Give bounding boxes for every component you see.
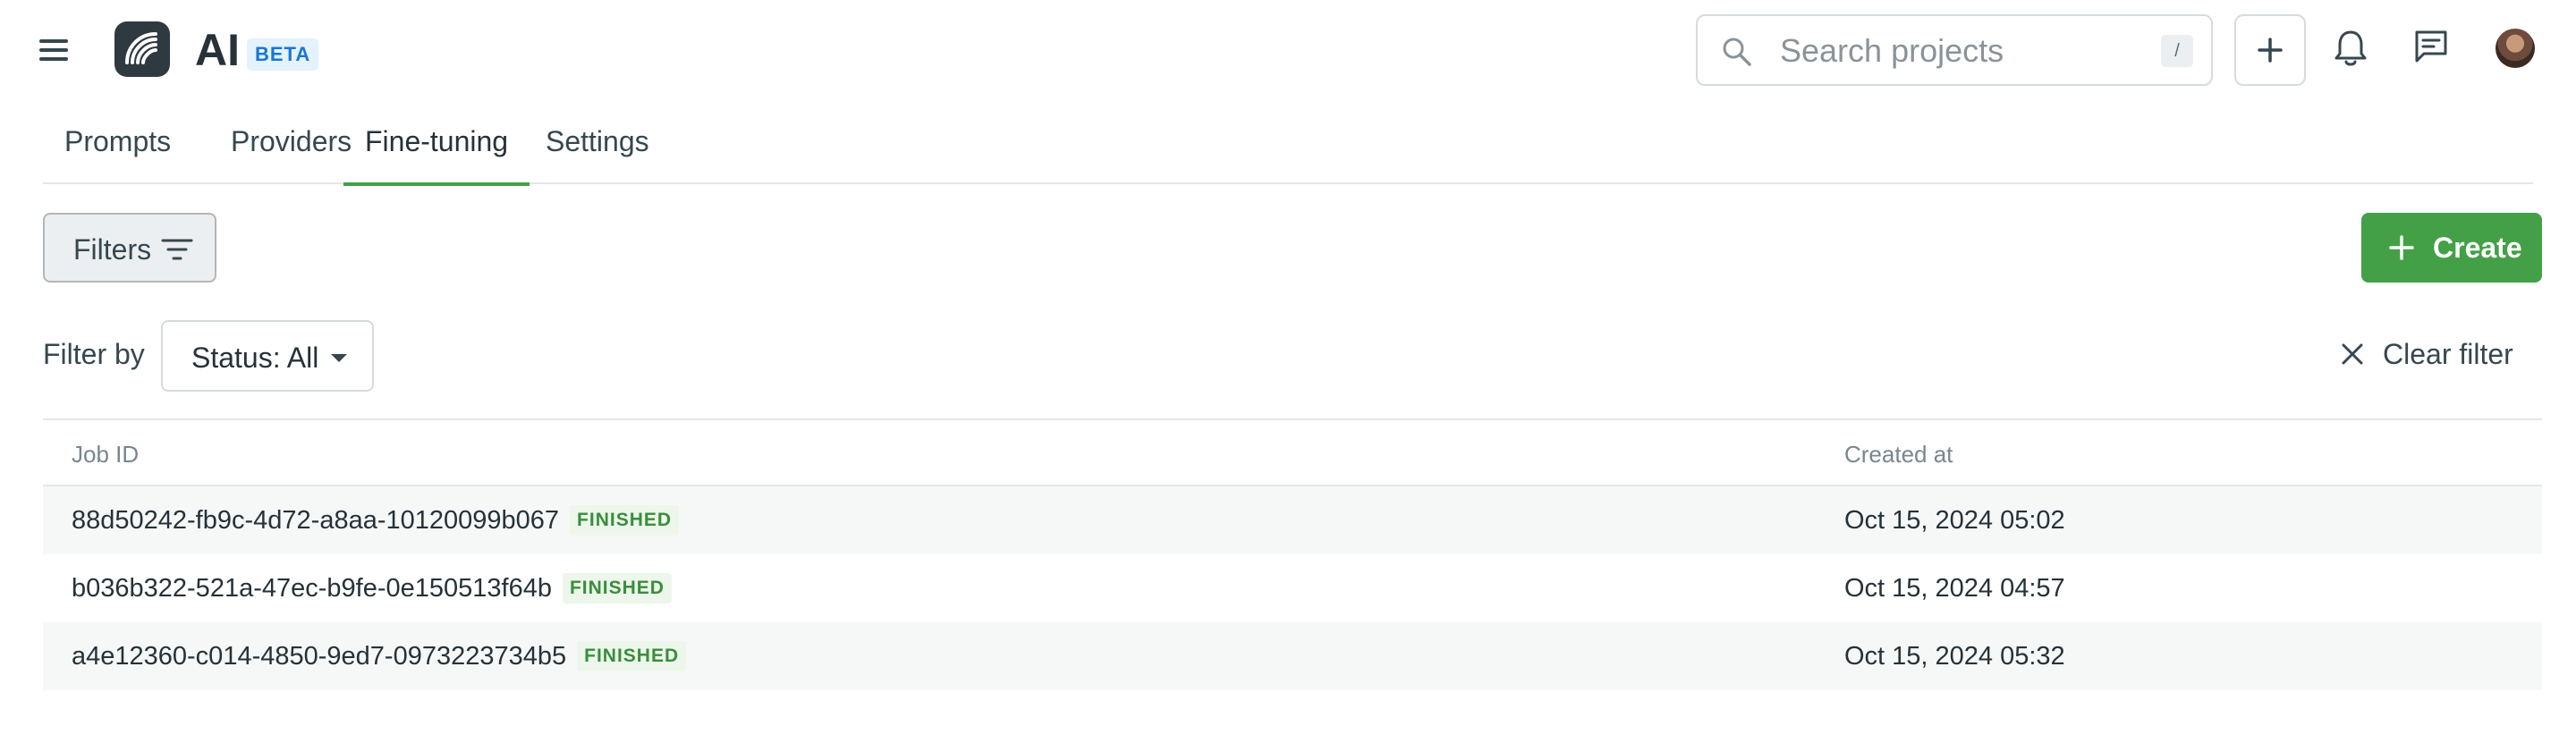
filters-button[interactable]: Filters <box>43 213 216 283</box>
search-shortcut-key: / <box>2161 35 2193 67</box>
clear-filter-label: Clear filter <box>2383 338 2513 370</box>
create-button[interactable]: Create <box>2361 213 2542 283</box>
logo-icon[interactable] <box>114 21 170 77</box>
table-row[interactable]: 88d50242-fb9c-4d72-a8aa-10120099b067 FIN… <box>43 486 2542 554</box>
table-header: Job ID Created at <box>43 418 2542 486</box>
search-icon <box>1723 38 1751 66</box>
status-badge: FINISHED <box>570 505 680 536</box>
tab-bar: Prompts Providers Fine-tuning Settings <box>43 111 2533 186</box>
plus-icon <box>2258 38 2283 63</box>
tab-prompts[interactable]: Prompts <box>43 111 192 184</box>
create-button-label: Create <box>2433 232 2522 264</box>
tab-settings[interactable]: Settings <box>524 111 671 184</box>
job-id-cell: 88d50242-fb9c-4d72-a8aa-10120099b067 FIN… <box>72 502 680 538</box>
menu-icon[interactable] <box>39 32 82 68</box>
beta-badge: BETA <box>247 38 319 71</box>
top-header: AI BETA / <box>0 0 2576 98</box>
new-item-button[interactable] <box>2234 14 2306 86</box>
job-id[interactable]: b036b322-521a-47ec-b9fe-0e150513f64b <box>72 570 552 606</box>
avatar[interactable] <box>2496 29 2535 68</box>
close-icon <box>2342 343 2363 365</box>
column-header-created-at[interactable]: Created at <box>1844 440 1953 469</box>
created-at-cell: Oct 15, 2024 05:02 <box>1844 506 2065 535</box>
tab-fine-tuning[interactable]: Fine-tuning <box>343 111 530 186</box>
caret-down-icon <box>331 354 347 362</box>
chat-icon[interactable] <box>2411 27 2451 71</box>
job-id-cell: b036b322-521a-47ec-b9fe-0e150513f64b FIN… <box>72 570 672 606</box>
bell-icon[interactable] <box>2331 27 2370 74</box>
table-row[interactable]: a4e12360-c014-4850-9ed7-0973223734b5 FIN… <box>43 622 2542 690</box>
created-at-cell: Oct 15, 2024 04:57 <box>1844 574 2065 603</box>
table-row[interactable]: b036b322-521a-47ec-b9fe-0e150513f64b FIN… <box>43 554 2542 622</box>
filters-button-label: Filters <box>73 233 152 266</box>
app-title: AI <box>195 25 240 75</box>
created-at-cell: Oct 15, 2024 05:32 <box>1844 642 2065 671</box>
status-badge: FINISHED <box>577 641 687 671</box>
job-id[interactable]: 88d50242-fb9c-4d72-a8aa-10120099b067 <box>72 502 559 538</box>
search-box[interactable]: / <box>1696 14 2213 86</box>
search-input[interactable] <box>1780 29 2138 73</box>
job-id[interactable]: a4e12360-c014-4850-9ed7-0973223734b5 <box>72 638 566 674</box>
plus-icon <box>2389 235 2414 260</box>
filter-lines-icon <box>161 239 193 260</box>
column-header-job-id[interactable]: Job ID <box>72 440 139 469</box>
filter-by-label: Filter by <box>43 338 145 370</box>
jobs-table: Job ID Created at 88d50242-fb9c-4d72-a8a… <box>43 418 2542 690</box>
job-id-cell: a4e12360-c014-4850-9ed7-0973223734b5 FIN… <box>72 638 687 674</box>
status-badge: FINISHED <box>562 573 672 604</box>
status-filter-dropdown[interactable]: Status: All <box>161 320 374 392</box>
status-filter-value: Status: All <box>191 342 319 374</box>
